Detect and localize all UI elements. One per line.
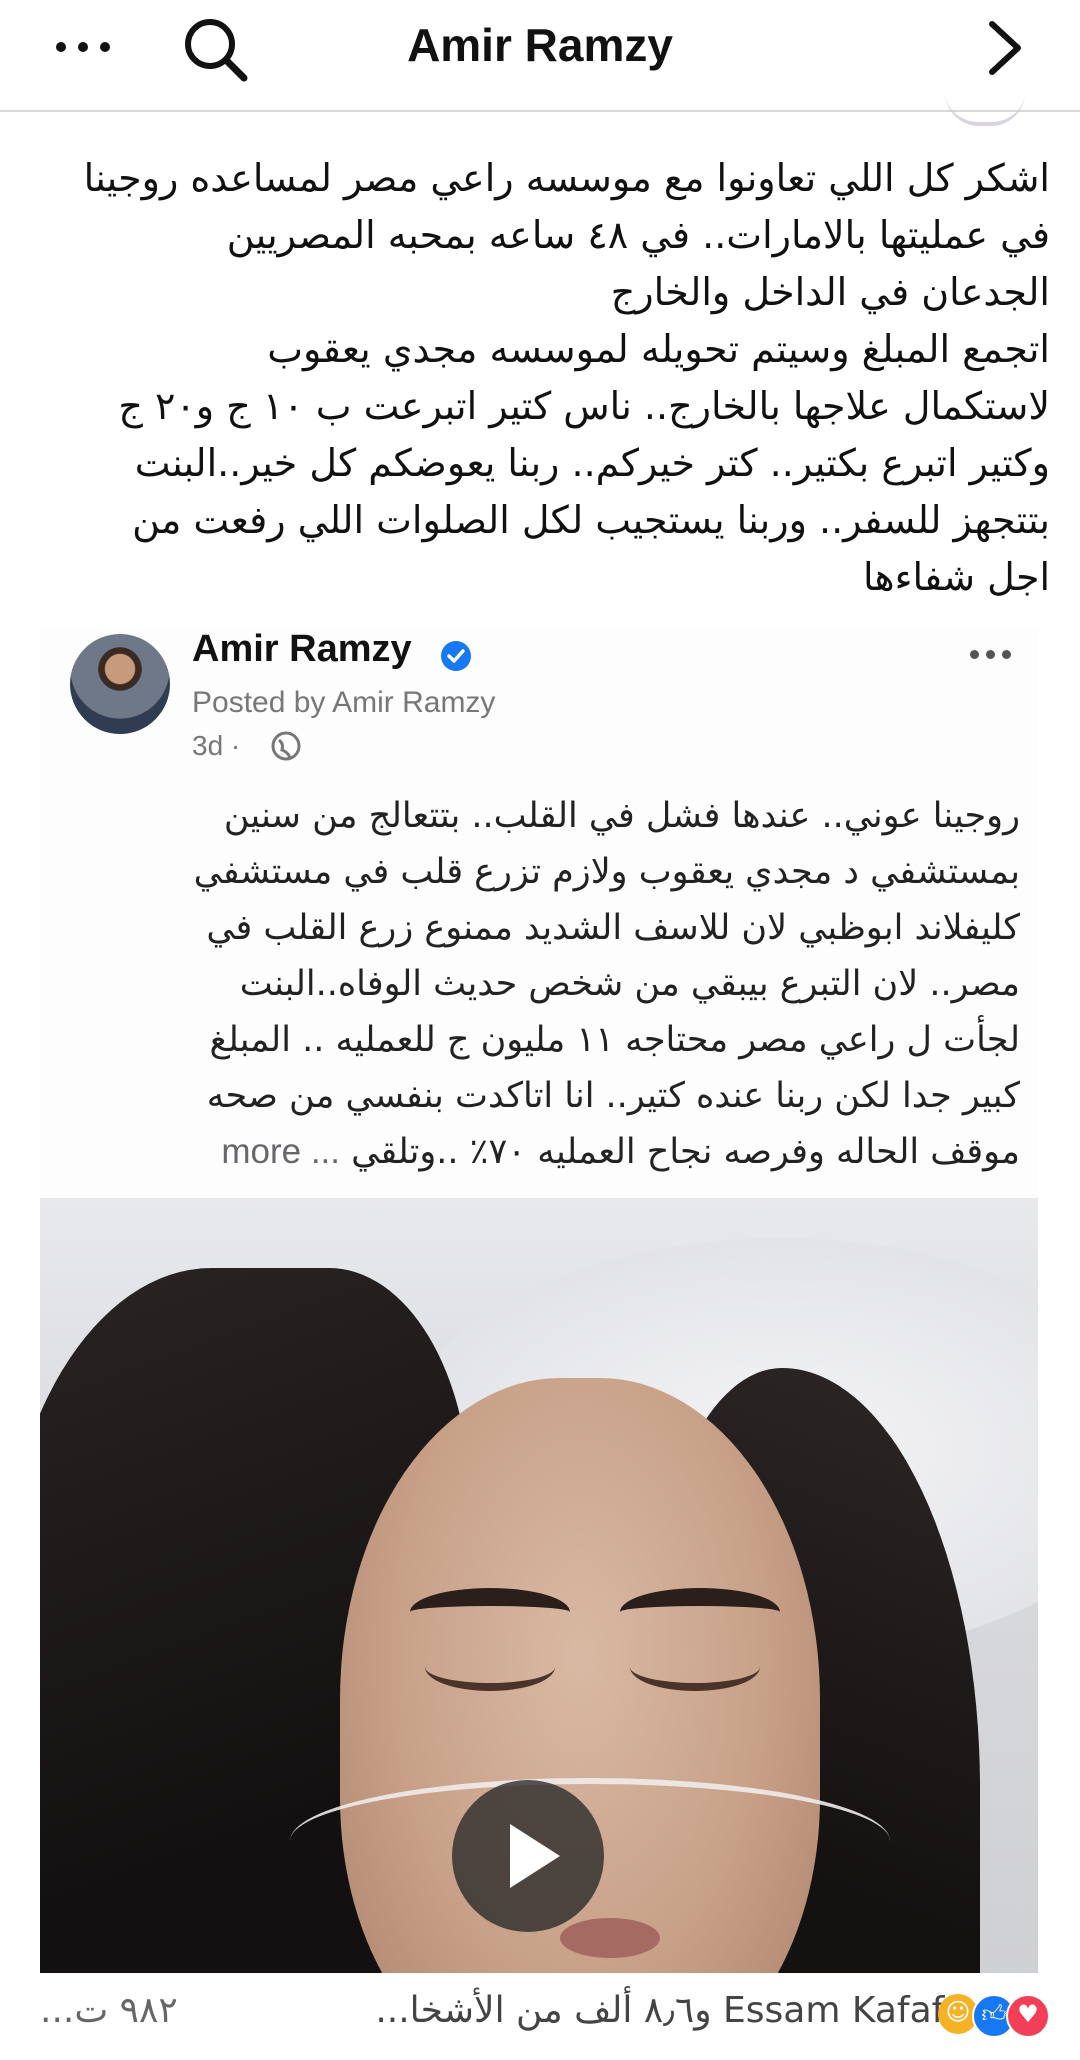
eyebrow (410, 1588, 570, 1636)
see-more-link: ... more (221, 1132, 341, 1171)
shared-post-image[interactable]: Amir Ramzy Posted by Amir Ramzy 3d · روج… (40, 628, 1038, 1973)
globe-icon (271, 731, 301, 761)
caption-line: الجدعان في الداخل والخارج (610, 270, 1050, 314)
page-title: Amir Ramzy (407, 19, 673, 71)
chevron-right-icon[interactable] (980, 18, 1030, 78)
reactions-summary[interactable]: Essam Kafafy و٨٫٦ ألف من الأشخا... (375, 1990, 965, 2031)
love-icon: ♥ (1006, 1994, 1050, 2038)
shared-post-header: Amir Ramzy Posted by Amir Ramzy 3d · روج… (40, 628, 1038, 1198)
top-bar: Amir Ramzy (0, 0, 1080, 112)
eyebrow (620, 1588, 780, 1636)
more-options-icon (970, 650, 1014, 662)
caption-line: اتجمع المبلغ وسيتم تحويله لموسسه مجدي يع… (267, 327, 1050, 371)
body-line-text: موقف الحاله وفرصه نجاح العمليه ٧٠٪ ..وتل… (351, 1132, 1020, 1172)
caption-line: وكتير اتبرع بكتير.. كتر خيركم.. ربنا يعو… (134, 441, 1050, 485)
verified-badge-icon (441, 641, 471, 671)
comments-count[interactable]: ٩٨٢ ت... (40, 1990, 178, 2031)
eye (630, 1643, 760, 1691)
play-button-icon[interactable] (452, 1780, 604, 1932)
author-name: Amir Ramzy (192, 628, 412, 670)
avatar (70, 634, 170, 734)
eye (425, 1643, 555, 1691)
caption-line: لاستكمال علاجها بالخارج.. ناس كتير اتبرع… (118, 384, 1050, 428)
body-line: مصر.. لان التبرع بيبقي من شخص حديث الوفا… (239, 964, 1020, 1004)
avatar (945, 92, 1025, 126)
caption-line: اشكر كل اللي تعاونوا مع موسسه راعي مصر ل… (83, 156, 1050, 200)
posted-by-label: Posted by Amir Ramzy (192, 686, 496, 719)
lips (560, 1918, 660, 1958)
video-thumbnail[interactable] (40, 1198, 1038, 1973)
body-line: كليفلاند ابوظبي لان للاسف الشديد ممنوع ز… (206, 908, 1020, 948)
body-line: لجأت ل راعي مصر محتاجه ١١ مليون ج للعملي… (209, 1020, 1020, 1060)
body-line: بمستشفي د مجدي يعقوب ولازم تزرع قلب في م… (193, 852, 1020, 892)
caption-line: في عمليتها بالامارات.. في ٤٨ ساعه بمحبه … (226, 213, 1050, 257)
caption-line: بتتجهز للسفر.. وربنا يستجيب لكل الصلوات … (132, 498, 1050, 542)
post-caption: اشكر كل اللي تعاونوا مع موسسه راعي مصر ل… (30, 150, 1050, 606)
post-time: 3d · (192, 730, 241, 761)
body-line: موقف الحاله وفرصه نجاح العمليه ٧٠٪ ..وتل… (70, 1124, 1020, 1180)
body-line: روجينا عوني.. عندها فشل في القلب.. بتتعا… (223, 796, 1020, 836)
caption-line: اجل شفاءها (862, 555, 1050, 599)
reactions-bar[interactable]: ٩٨٢ ت... Essam Kafafy و٨٫٦ ألف من الأشخا… (0, 1978, 1080, 2060)
body-line: كبير جدا لكن ربنا عنده كتير.. انا اتاكدت… (206, 1076, 1020, 1116)
shared-post-body: روجينا عوني.. عندها فشل في القلب.. بتتعا… (70, 788, 1020, 1180)
